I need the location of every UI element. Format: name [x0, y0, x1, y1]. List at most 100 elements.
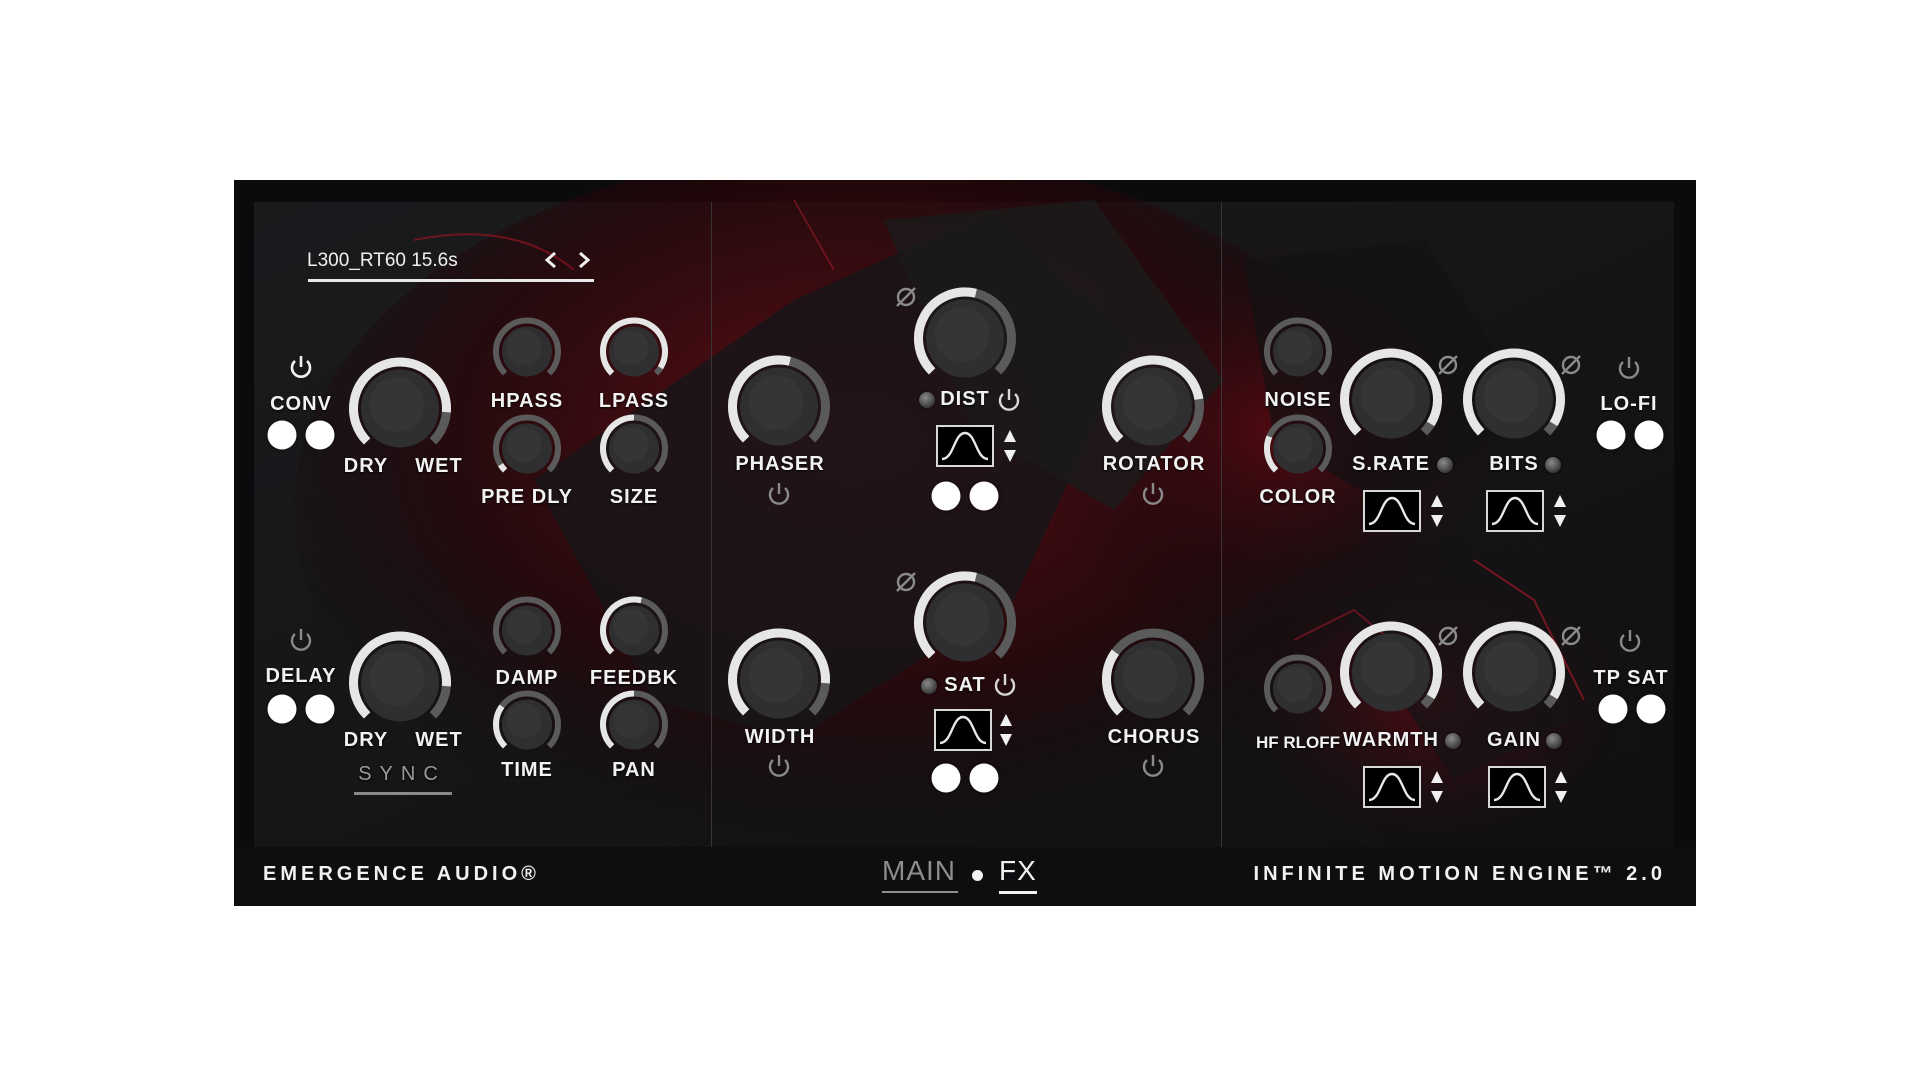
tp-sat-dot-2[interactable] [1636, 694, 1666, 724]
delay-dot-2[interactable] [305, 694, 335, 724]
gain-knob[interactable] [1462, 621, 1566, 730]
tab-separator-dot [972, 870, 983, 881]
chorus-knob[interactable] [1101, 628, 1205, 737]
tp-sat-dot-1[interactable] [1598, 694, 1628, 724]
dist-knob-graphic [914, 287, 1016, 378]
warmth-updown-arrows-icon[interactable] [1429, 769, 1445, 805]
hpass-knob[interactable] [492, 317, 562, 392]
conv-wet-label: WET [415, 455, 463, 477]
delay-dry-wet-knob[interactable] [348, 631, 452, 740]
dist-dot-2[interactable] [969, 481, 999, 511]
sat-power-icon[interactable] [991, 671, 1019, 699]
sat-led[interactable] [921, 678, 937, 694]
sat-knob[interactable] [913, 571, 1017, 680]
feedbk-label: FEEDBK [589, 667, 679, 689]
bits-waveform-icon[interactable] [1486, 490, 1544, 532]
tp-sat-power-icon[interactable] [1616, 627, 1644, 655]
damp-knob[interactable] [492, 596, 562, 671]
lo-fi-power-icon[interactable] [1615, 354, 1643, 382]
gain-waveform-icon[interactable] [1488, 766, 1546, 808]
feedbk-knob-graphic [600, 596, 668, 656]
hf-rloff-label: HF RLOFF [1255, 733, 1341, 752]
conv-power-icon[interactable] [287, 353, 315, 381]
bits-knob[interactable] [1462, 348, 1566, 457]
rotator-power-icon[interactable] [1139, 480, 1167, 508]
dist-led[interactable] [919, 392, 935, 408]
bits-phase-icon[interactable] [1557, 351, 1585, 379]
size-knob-graphic [600, 414, 668, 474]
phaser-knob[interactable] [727, 355, 831, 464]
lpass-knob[interactable] [599, 317, 669, 392]
section-divider [711, 202, 712, 847]
preset-name[interactable]: L300_RT60 15.6s [307, 250, 458, 272]
pre-dly-knob-graphic [493, 414, 561, 474]
s-rate-phase-icon[interactable] [1434, 351, 1462, 379]
hf-rloff-knob[interactable] [1263, 654, 1333, 729]
lo-fi-dot-1[interactable] [1596, 420, 1626, 450]
pan-knob-graphic [600, 690, 668, 750]
delay-dot-1[interactable] [267, 694, 297, 724]
dist-label: DIST [940, 388, 990, 410]
s-rate-knob[interactable] [1339, 348, 1443, 457]
conv-dry-wet-knob[interactable] [348, 357, 452, 466]
size-knob[interactable] [599, 414, 669, 489]
delay-power-icon[interactable] [287, 626, 315, 654]
gain-updown-arrows-icon[interactable] [1553, 769, 1569, 805]
time-knob[interactable] [492, 690, 562, 765]
s-rate-updown-arrows-icon[interactable] [1429, 493, 1445, 529]
pan-knob[interactable] [599, 690, 669, 765]
conv-dot-2[interactable] [305, 420, 335, 450]
chevron-right-icon[interactable] [575, 248, 593, 272]
color-knob[interactable] [1263, 414, 1333, 489]
sat-waveform-icon[interactable] [934, 709, 992, 751]
footer-bar: EMERGENCE AUDIO® MAIN FX INFINITE MOTION… [234, 847, 1696, 906]
tab-main[interactable]: MAIN [882, 855, 956, 887]
sat-dot-1[interactable] [931, 763, 961, 793]
tab-fx-underline [999, 891, 1037, 894]
gain-phase-icon[interactable] [1557, 622, 1585, 650]
dist-waveform-icon[interactable] [936, 425, 994, 467]
conv-dot-1[interactable] [267, 420, 297, 450]
pre-dly-knob[interactable] [492, 414, 562, 489]
dist-power-icon[interactable] [995, 386, 1023, 414]
chevron-left-icon[interactable] [542, 248, 560, 272]
delay-dry-wet-knob-graphic [349, 631, 451, 722]
dist-dot-1[interactable] [931, 481, 961, 511]
dist-knob[interactable] [913, 287, 1017, 396]
warmth-led[interactable] [1445, 733, 1461, 749]
chorus-power-icon[interactable] [1139, 752, 1167, 780]
rotator-knob-graphic [1102, 355, 1204, 446]
lo-fi-dot-2[interactable] [1634, 420, 1664, 450]
gain-led[interactable] [1546, 733, 1562, 749]
sync-button[interactable]: SYNC [358, 763, 446, 786]
bits-led[interactable] [1545, 457, 1561, 473]
gain-knob-graphic [1463, 621, 1565, 712]
tp-sat-label: TP SAT [1593, 667, 1669, 689]
phaser-power-icon[interactable] [765, 480, 793, 508]
size-label: SIZE [609, 486, 659, 508]
sat-updown-arrows-icon[interactable] [998, 712, 1014, 748]
width-power-icon[interactable] [765, 752, 793, 780]
pan-label: PAN [612, 759, 656, 781]
bits-updown-arrows-icon[interactable] [1552, 493, 1568, 529]
width-knob[interactable] [727, 628, 831, 737]
rotator-knob[interactable] [1101, 355, 1205, 464]
feedbk-knob[interactable] [599, 596, 669, 671]
lo-fi-label: LO-FI [1600, 393, 1658, 415]
lpass-label: LPASS [598, 390, 670, 412]
sat-dot-2[interactable] [969, 763, 999, 793]
warmth-knob[interactable] [1339, 621, 1443, 730]
tab-fx[interactable]: FX [999, 855, 1037, 887]
warmth-phase-icon[interactable] [1434, 622, 1462, 650]
hf-rloff-knob-graphic [1264, 654, 1332, 714]
s-rate-knob-graphic [1340, 348, 1442, 439]
dist-updown-arrows-icon[interactable] [1002, 428, 1018, 464]
chorus-label: CHORUS [1107, 726, 1201, 748]
noise-knob[interactable] [1263, 317, 1333, 392]
brand-logo-text: EMERGENCE AUDIO® [263, 863, 540, 885]
s-rate-led[interactable] [1437, 457, 1453, 473]
warmth-waveform-icon[interactable] [1363, 766, 1421, 808]
s-rate-waveform-icon[interactable] [1363, 490, 1421, 532]
product-name: INFINITE MOTION ENGINE™ 2.0 [1253, 863, 1666, 885]
hpass-knob-graphic [493, 317, 561, 377]
